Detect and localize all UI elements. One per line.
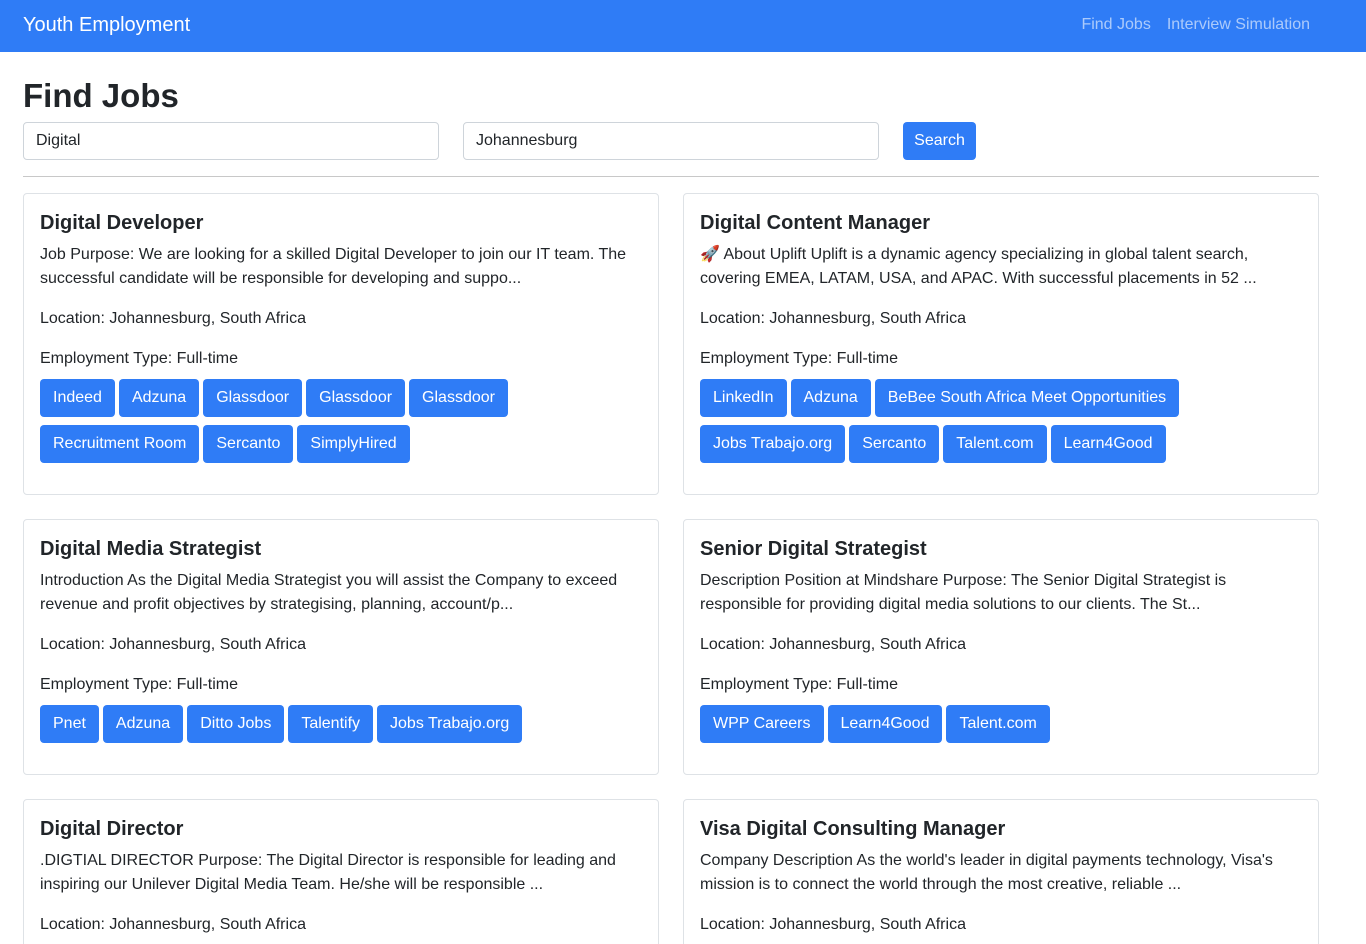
top-navbar: Youth Employment Find Jobs Interview Sim…: [0, 0, 1366, 52]
job-description: Introduction As the Digital Media Strate…: [40, 572, 618, 613]
job-description: Company Description As the world's leade…: [700, 852, 1273, 893]
job-card: Digital Media Strategist Introduction As …: [23, 519, 659, 775]
job-card: Digital Content Manager 🚀 About Uplift Up…: [683, 193, 1319, 495]
job-source-button[interactable]: Learn4Good: [1050, 425, 1166, 463]
job-title: Visa Digital Consulting Manager: [700, 818, 1006, 840]
job-card: Digital Director .DIGTIAL DIRECTOR Purpos…: [23, 799, 659, 944]
divider: [23, 176, 1319, 177]
job-source-button[interactable]: Jobs Trabajo.org: [700, 425, 846, 463]
job-description: 🚀 About Uplift Uplift is a dynamic agenc…: [700, 246, 1257, 287]
brand-logo[interactable]: Youth Employment: [23, 13, 190, 37]
job-source-links: LinkedIn Adzuna BeBee South Africa Meet Op…: [700, 379, 1302, 463]
nav-link-interview-simulation[interactable]: Interview Simulation: [1167, 15, 1310, 35]
job-location: Location: Johannesburg, South Africa: [700, 310, 966, 327]
job-employment-type: Employment Type: Full-time: [40, 350, 238, 367]
job-source-button[interactable]: SimplyHired: [297, 425, 410, 463]
job-title: Digital Media Strategist: [40, 538, 262, 560]
job-description: Job Purpose: We are looking for a skille…: [40, 246, 627, 287]
job-source-button[interactable]: Adzuna: [118, 379, 200, 417]
job-source-button[interactable]: Recruitment Room: [40, 425, 200, 463]
job-title: Digital Content Manager: [700, 212, 931, 234]
search-button[interactable]: Search: [903, 122, 976, 160]
job-title: Digital Developer: [40, 212, 204, 234]
job-source-button[interactable]: Learn4Good: [827, 705, 943, 743]
job-source-button[interactable]: Talentify: [288, 705, 374, 743]
nav-link-find-jobs[interactable]: Find Jobs: [1081, 15, 1150, 35]
job-location: Location: Johannesburg, South Africa: [700, 636, 966, 653]
job-location: Location: Johannesburg, South Africa: [40, 916, 306, 933]
job-employment-type: Employment Type: Full-time: [700, 676, 898, 693]
job-source-button[interactable]: Pnet: [40, 705, 99, 743]
job-source-button[interactable]: Jobs Trabajo.org: [377, 705, 523, 743]
job-source-links: Pnet Adzuna Ditto Jobs Talentify Jobs Trabaj…: [40, 705, 642, 743]
job-source-button[interactable]: Glassdoor: [203, 379, 303, 417]
job-source-button[interactable]: Glassdoor: [306, 379, 406, 417]
job-source-button[interactable]: Sercanto: [203, 425, 294, 463]
job-source-button[interactable]: Talent.com: [946, 705, 1050, 743]
job-title: Senior Digital Strategist: [700, 538, 927, 560]
job-source-button[interactable]: Talent.com: [943, 425, 1047, 463]
job-source-button[interactable]: BeBee South Africa Meet Opportunities: [874, 379, 1180, 417]
job-source-button[interactable]: Sercanto: [849, 425, 940, 463]
job-location: Location: Johannesburg, South Africa: [40, 310, 306, 327]
job-source-button[interactable]: Indeed: [40, 379, 115, 417]
job-source-button[interactable]: LinkedIn: [700, 379, 787, 417]
nav-links: Find Jobs Interview Simulation: [1081, 15, 1310, 35]
job-card: Senior Digital Strategist Description Pos…: [683, 519, 1319, 775]
keyword-search-input[interactable]: [23, 122, 439, 160]
page-title: Find Jobs: [23, 77, 179, 114]
job-source-button[interactable]: Adzuna: [790, 379, 871, 417]
job-source-links: Indeed Adzuna Glassdoor Glassdoor Glassdoor R…: [40, 379, 642, 463]
location-search-input[interactable]: [463, 122, 879, 160]
job-source-button[interactable]: Glassdoor: [409, 379, 508, 417]
job-source-button[interactable]: Ditto Jobs: [187, 705, 285, 743]
job-source-button[interactable]: Adzuna: [102, 705, 184, 743]
job-source-button[interactable]: WPP Careers: [700, 705, 824, 743]
job-description: Description Position at Mindshare Purpos…: [700, 572, 1227, 613]
job-card: Visa Digital Consulting Manager Company D…: [683, 799, 1319, 944]
job-employment-type: Employment Type: Full-time: [40, 676, 238, 693]
job-title: Digital Director: [40, 818, 184, 840]
job-location: Location: Johannesburg, South Africa: [700, 916, 966, 933]
job-card: Digital Developer Job Purpose: We are loo…: [23, 193, 659, 495]
job-location: Location: Johannesburg, South Africa: [40, 636, 306, 653]
job-source-links: WPP Careers Learn4Good Talent.com: [700, 705, 1302, 743]
job-description: .DIGTIAL DIRECTOR Purpose: The Digital D…: [40, 852, 616, 893]
job-employment-type: Employment Type: Full-time: [700, 350, 898, 367]
